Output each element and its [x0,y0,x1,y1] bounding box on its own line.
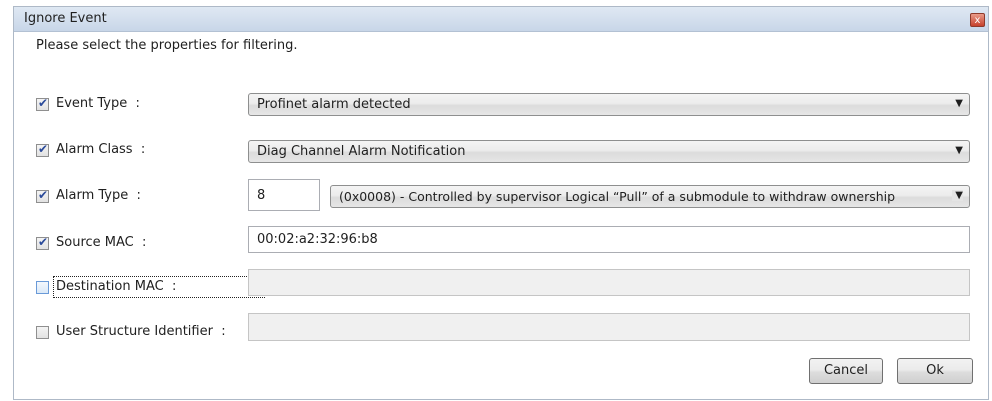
source-mac-value: 00:02:a2:32:96:b8 [257,232,378,247]
user-structure-identifier-checkbox[interactable] [36,326,49,339]
alarm-type-checkbox[interactable] [36,188,49,203]
alarm-type-label: Alarm Type : [56,188,141,203]
window-title: Ignore Event [24,11,107,26]
cancel-button[interactable]: Cancel [809,358,883,384]
close-glyph: x [974,15,981,26]
destination-mac-label: Destination MAC : [56,279,177,294]
user-structure-identifier-label: User Structure Identifier : [56,324,226,339]
ignore-event-dialog: Ignore Event x Please select the propert… [13,6,989,400]
alarm-class-value: Diag Channel Alarm Notification [257,144,466,159]
source-mac-label: Source MAC : [56,235,147,250]
alarm-class-combobox[interactable]: Diag Channel Alarm Notification ▼ [248,140,970,163]
source-mac-checkbox[interactable] [36,235,49,250]
event-type-combobox[interactable]: Profinet alarm detected ▼ [248,93,970,116]
close-icon[interactable]: x [970,13,985,27]
title-bar[interactable]: Ignore Event x [14,7,988,32]
destination-mac-field[interactable] [248,269,970,296]
chevron-down-icon: ▼ [955,145,963,156]
alarm-type-value: (0x0008) - Controlled by supervisor Logi… [339,189,896,204]
alarm-type-code-value: 8 [257,188,266,203]
chevron-down-icon: ▼ [955,98,963,109]
user-structure-identifier-field[interactable] [248,313,970,341]
alarm-class-checkbox[interactable] [36,142,49,157]
ok-button[interactable]: Ok [897,358,973,384]
event-type-value: Profinet alarm detected [257,97,411,112]
instructions-text: Please select the properties for filteri… [36,38,298,53]
event-type-checkbox[interactable] [36,96,49,111]
destination-mac-checkbox[interactable] [36,281,49,294]
alarm-type-combobox[interactable]: (0x0008) - Controlled by supervisor Logi… [330,185,970,208]
alarm-type-code-field[interactable]: 8 [248,179,320,211]
event-type-label: Event Type : [56,96,140,111]
chevron-down-icon: ▼ [952,190,963,201]
source-mac-field[interactable]: 00:02:a2:32:96:b8 [248,226,970,253]
alarm-class-label: Alarm Class : [56,142,146,157]
